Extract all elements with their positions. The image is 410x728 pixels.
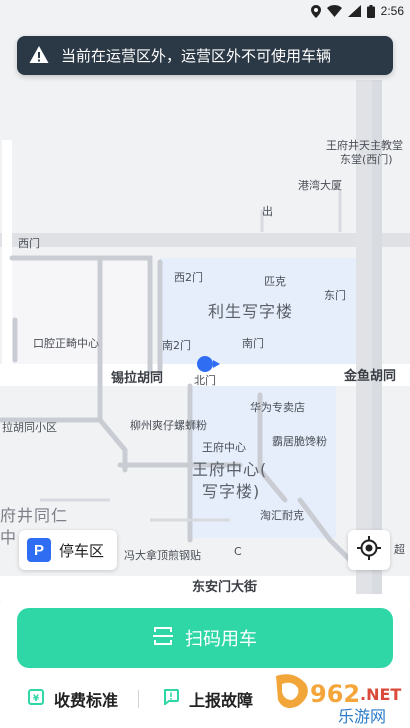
map-label: 王府中心 xyxy=(202,441,246,454)
parking-area-label: 停车区 xyxy=(59,541,105,560)
report-fault-button[interactable]: 上报故障 xyxy=(163,687,253,711)
scan-to-ride-button[interactable]: 扫码用车 xyxy=(17,608,393,668)
map-label: 淘汇耐克 xyxy=(260,509,304,522)
map-label: 写字楼) xyxy=(202,482,261,501)
watermark-suffix: .NET xyxy=(360,685,401,704)
yen-receipt-icon: ¥ xyxy=(28,689,44,709)
map-label: 利生写字楼 xyxy=(208,302,294,321)
watermark-caption: 乐游网 xyxy=(338,707,386,726)
map-label: 港湾大厦 xyxy=(298,179,342,192)
road-label: 东安门大街 xyxy=(192,580,258,595)
map-label: 西2门 xyxy=(174,271,203,284)
road-label: 金鱼胡同 xyxy=(344,369,397,384)
watermark-brand: 962 xyxy=(310,680,360,708)
map-label: 东门 xyxy=(324,289,346,302)
status-time: 2:56 xyxy=(380,4,404,18)
map-label: 南2门 xyxy=(162,339,191,352)
location-pin-icon xyxy=(310,4,321,18)
locate-me-button[interactable] xyxy=(348,530,390,570)
map-label: 东堂(西门) xyxy=(340,153,393,166)
svg-text:¥: ¥ xyxy=(33,694,40,704)
map-label: 北门 xyxy=(194,374,216,387)
notice-text: 当前在运营区外，运营区外不可使用车辆 xyxy=(61,47,332,65)
scan-icon xyxy=(153,625,175,652)
map-label: 冯大拿顶煎钢贴 xyxy=(124,549,201,562)
map-label: 中 xyxy=(0,528,18,547)
action-divider xyxy=(138,690,139,708)
map-label: 南门 xyxy=(242,337,264,350)
battery-icon xyxy=(366,4,375,18)
map-label: 口腔正畸中心 xyxy=(33,337,99,350)
map-label: 王府井天主教堂 xyxy=(326,139,403,152)
out-of-zone-notice: 当前在运营区外，运营区外不可使用车辆 xyxy=(17,36,393,75)
map-label: 霸居脆馋粉 xyxy=(272,435,327,448)
road-label: 锡拉胡同 xyxy=(111,371,164,386)
map-label: 府井同仁 xyxy=(0,506,69,525)
map-label: 王府中心( xyxy=(192,460,268,479)
map-label: 超 xyxy=(394,543,405,556)
report-fault-label: 上报故障 xyxy=(189,691,254,710)
signal-icon xyxy=(347,5,361,17)
warning-icon xyxy=(29,45,51,67)
report-icon xyxy=(163,689,179,709)
parking-area-button[interactable]: P 停车区 xyxy=(19,530,117,570)
status-bar: 2:56 xyxy=(0,0,410,22)
site-watermark-logo: 962 .NET 乐游网 xyxy=(272,672,408,726)
map-label: C xyxy=(234,545,242,558)
map-label: 出 xyxy=(262,205,273,218)
parking-icon: P xyxy=(27,538,51,562)
fee-standard-button[interactable]: ¥ 收费标准 xyxy=(28,687,118,711)
scan-button-label: 扫码用车 xyxy=(185,629,257,649)
map-label: 华为专卖店 xyxy=(250,401,305,414)
map-label: 西门 xyxy=(18,237,40,250)
location-dot xyxy=(197,356,213,372)
crosshair-icon xyxy=(357,536,381,564)
fee-standard-label: 收费标准 xyxy=(54,691,119,710)
map-label: 柳州爽仔螺蛳粉 xyxy=(130,419,207,432)
map-view[interactable]: 王府井天主教堂 东堂(西门) 港湾大厦 出 西门 西2门 匹克 东门 利生写字楼… xyxy=(0,0,410,600)
map-label: 匹克 xyxy=(264,275,286,288)
map-label: 拉胡同小区 xyxy=(2,421,57,434)
wifi-icon xyxy=(326,5,342,17)
